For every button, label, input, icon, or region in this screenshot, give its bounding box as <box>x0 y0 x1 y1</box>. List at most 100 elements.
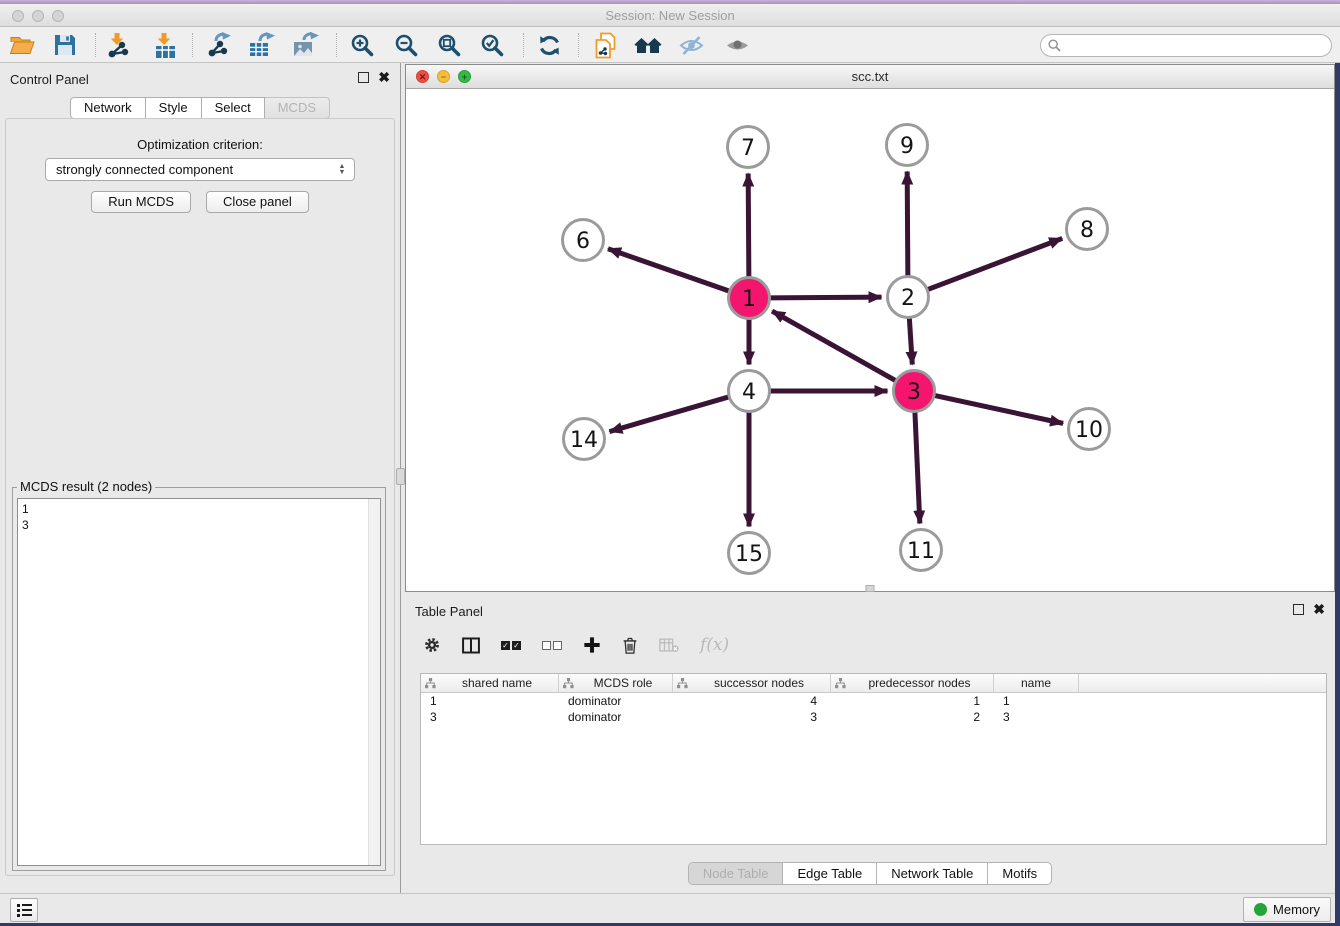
column-label: predecessor nodes <box>850 676 989 690</box>
column-header-name[interactable]: name <box>994 674 1079 692</box>
open-session-icon[interactable] <box>7 30 37 60</box>
memory-button[interactable]: Memory <box>1243 897 1331 922</box>
mcds-result-box[interactable]: 1 3 <box>17 498 381 866</box>
search-input[interactable] <box>1040 34 1332 57</box>
graph-edge-1-6[interactable] <box>608 249 732 292</box>
table-body: 1dominator4113dominator323 <box>421 693 1326 725</box>
table-cell[interactable]: 3 <box>994 709 1079 725</box>
show-columns-icon[interactable] <box>462 637 480 654</box>
graph-node-10[interactable]: 10 <box>1069 409 1110 450</box>
table-cell[interactable]: 1 <box>994 693 1079 709</box>
graph-node-4[interactable]: 4 <box>729 371 770 412</box>
table-cell[interactable]: 1 <box>421 693 559 709</box>
network-canvas[interactable]: 7 9 6 8 1 2 4 3 14 10 15 11 <box>406 90 1334 591</box>
network-view-window: ✕ − + scc.txt 7 9 6 8 1 2 4 3 14 10 15 11 <box>405 64 1335 592</box>
tab-node-table[interactable]: Node Table <box>689 863 783 884</box>
graph-node-6[interactable]: 6 <box>563 220 604 261</box>
zoom-selected-icon[interactable] <box>477 30 507 60</box>
graph-edge-3-1[interactable] <box>772 311 898 382</box>
column-label: successor nodes <box>692 676 826 690</box>
table-cell[interactable]: dominator <box>559 709 673 725</box>
graph-node-label: 9 <box>900 134 914 159</box>
graph-node-1[interactable]: 1 <box>729 278 770 319</box>
graph-node-7[interactable]: 7 <box>728 127 769 168</box>
zoom-fit-icon[interactable] <box>434 30 464 60</box>
column-label: MCDS role <box>578 676 668 690</box>
optimization-criterion-label: Optimization criterion: <box>0 137 400 152</box>
delete-column-icon[interactable] <box>622 636 638 655</box>
graph-node-3[interactable]: 3 <box>894 371 935 412</box>
show-graphics-details-icon[interactable] <box>722 30 752 60</box>
zoom-out-icon[interactable] <box>391 30 421 60</box>
table-cell[interactable]: 1 <box>831 693 994 709</box>
tab-mcds[interactable]: MCDS <box>265 97 330 119</box>
hide-graphics-details-icon[interactable] <box>676 30 706 60</box>
window-resize-grip[interactable] <box>866 585 875 592</box>
save-session-icon[interactable] <box>50 30 80 60</box>
network-document-icon[interactable] <box>590 30 620 60</box>
table-panel: Table Panel ✖ ✓✓ f(x) shared nameMCDS r <box>405 595 1335 890</box>
column-tree-icon <box>425 678 436 689</box>
import-network-icon[interactable] <box>103 30 133 60</box>
column-tree-icon <box>835 678 846 689</box>
export-table-icon[interactable] <box>246 30 276 60</box>
graph-node-15[interactable]: 15 <box>729 533 770 574</box>
add-column-icon[interactable] <box>583 636 601 654</box>
tab-edge-table[interactable]: Edge Table <box>782 863 876 884</box>
run-mcds-button[interactable]: Run MCDS <box>91 191 191 213</box>
table-tabs: Node TableEdge TableNetwork TableMotifs <box>688 862 1052 885</box>
graph-node-8[interactable]: 8 <box>1067 209 1108 250</box>
float-panel-icon[interactable] <box>358 72 369 83</box>
tab-network[interactable]: Network <box>70 97 146 119</box>
graph-node-9[interactable]: 9 <box>887 125 928 166</box>
zoom-in-icon[interactable] <box>347 30 377 60</box>
graph-edge-4-14[interactable] <box>609 396 731 431</box>
graph-edge-2-9[interactable] <box>907 171 908 278</box>
optimization-select[interactable]: strongly connected component ▲▼ <box>45 158 355 181</box>
table-row[interactable]: 3dominator323 <box>421 709 1326 725</box>
deselect-all-checkboxes-icon[interactable] <box>542 641 562 650</box>
import-table-icon[interactable] <box>150 30 180 60</box>
tab-style[interactable]: Style <box>146 97 202 119</box>
export-network-icon[interactable] <box>203 30 233 60</box>
select-all-checkboxes-icon[interactable]: ✓✓ <box>501 641 521 650</box>
column-header-mcds-role[interactable]: MCDS role <box>559 674 673 692</box>
graph-edge-1-2[interactable] <box>767 297 881 298</box>
graph-edge-2-8[interactable] <box>925 238 1062 290</box>
export-image-icon[interactable] <box>290 30 320 60</box>
tab-network-table[interactable]: Network Table <box>876 863 987 884</box>
table-header-row: shared name MCDS role successor nodes prede… <box>421 674 1326 693</box>
table-cell[interactable]: dominator <box>559 693 673 709</box>
tab-motifs[interactable]: Motifs <box>987 863 1051 884</box>
column-header-shared-name[interactable]: shared name <box>421 674 559 692</box>
optimization-select-value: strongly connected component <box>56 162 233 177</box>
graph-node-label: 6 <box>576 229 590 254</box>
table-cell[interactable]: 3 <box>421 709 559 725</box>
panel-splitter-grip[interactable] <box>396 468 405 485</box>
table-cell[interactable]: 3 <box>673 709 831 725</box>
task-history-button[interactable] <box>10 898 38 922</box>
table-settings-icon[interactable] <box>423 636 441 654</box>
graph-node-11[interactable]: 11 <box>901 530 942 571</box>
network-window-titlebar[interactable]: ✕ − + scc.txt <box>406 65 1334 89</box>
tab-select[interactable]: Select <box>202 97 265 119</box>
graph-edge-1-7[interactable] <box>748 173 749 279</box>
graph-node-2[interactable]: 2 <box>888 277 929 318</box>
mcds-result-scrollbar[interactable] <box>368 499 380 865</box>
close-panel-button[interactable]: Close panel <box>206 191 309 213</box>
graph-node-14[interactable]: 14 <box>564 419 605 460</box>
table-toolbar: ✓✓ f(x) <box>423 628 729 662</box>
refresh-styles-icon[interactable] <box>534 30 564 60</box>
home-layout-icon[interactable] <box>633 30 663 60</box>
graph-edge-3-10[interactable] <box>932 395 1063 423</box>
table-cell[interactable]: 4 <box>673 693 831 709</box>
graph-edge-2-3[interactable] <box>909 315 912 364</box>
graph-edge-3-11[interactable] <box>915 409 920 523</box>
column-header-predecessor-nodes[interactable]: predecessor nodes <box>831 674 994 692</box>
close-panel-icon[interactable]: ✖ <box>1313 604 1325 615</box>
float-panel-icon[interactable] <box>1293 604 1304 615</box>
close-panel-icon[interactable]: ✖ <box>378 72 390 83</box>
table-row[interactable]: 1dominator411 <box>421 693 1326 709</box>
table-cell[interactable]: 2 <box>831 709 994 725</box>
column-header-successor-nodes[interactable]: successor nodes <box>673 674 831 692</box>
